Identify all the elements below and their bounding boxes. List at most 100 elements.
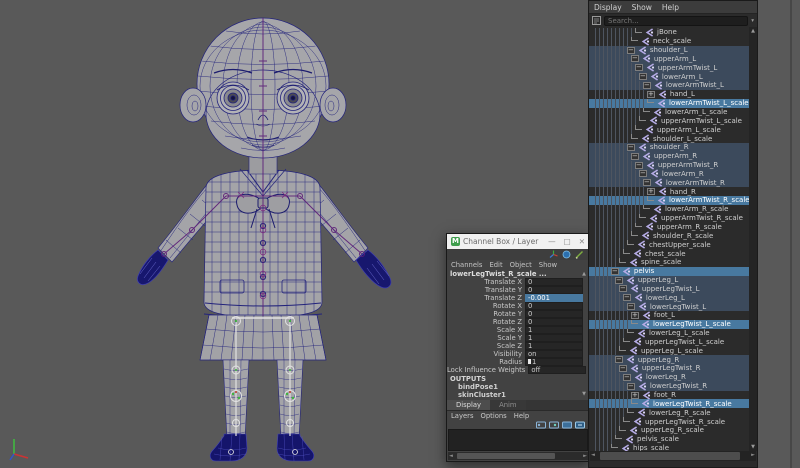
scroll-up-icon[interactable]: ▲ bbox=[751, 28, 755, 34]
tab-display[interactable]: Display bbox=[447, 400, 491, 410]
tree-item-foot_R[interactable]: + foot_R bbox=[589, 390, 751, 400]
collapse-icon[interactable]: − bbox=[635, 64, 643, 72]
tree-item-chestUpper_scale[interactable]: chestUpper_scale bbox=[589, 240, 751, 250]
close-button[interactable]: ✕ bbox=[579, 237, 585, 246]
channel-value[interactable]: 1 bbox=[525, 326, 583, 334]
tree-item-lowerArmTwist_L_scale[interactable]: lowerArmTwist_L_scale bbox=[589, 98, 751, 108]
tree-item-upperLeg_R[interactable]: − upperLeg_R bbox=[589, 355, 751, 365]
tree-item-lowerLegTwist_R_scale[interactable]: lowerLegTwist_R_scale bbox=[589, 399, 751, 409]
tree-item-lowerArm_L[interactable]: − lowerArm_L bbox=[589, 72, 751, 82]
tree-item-shoulder_L[interactable]: − shoulder_L bbox=[589, 45, 751, 55]
tree-item-lowerArmTwist_L[interactable]: − lowerArmTwist_L bbox=[589, 81, 751, 90]
expand-icon[interactable]: + bbox=[631, 311, 639, 319]
channel-value[interactable]: off bbox=[528, 366, 587, 374]
tree-item-lowerLeg_L_scale[interactable]: lowerLeg_L_scale bbox=[589, 328, 751, 338]
tree-item-hips_scale[interactable]: hips_scale bbox=[589, 443, 751, 451]
expand-icon[interactable]: + bbox=[631, 391, 639, 399]
channel-value[interactable]: on bbox=[525, 350, 583, 358]
tree-item-lowerArmTwist_R_scale[interactable]: lowerArmTwist_R_scale bbox=[589, 196, 751, 205]
radius-slider-handle[interactable] bbox=[528, 359, 531, 365]
maximize-button[interactable]: □ bbox=[564, 237, 571, 246]
layer-editor-hscrollbar[interactable]: ◄ ► bbox=[448, 452, 588, 460]
expand-icon[interactable]: + bbox=[647, 90, 655, 98]
tree-item-pelvis[interactable]: − pelvis bbox=[589, 266, 751, 276]
tree-item-hand_R[interactable]: + hand_R bbox=[589, 187, 751, 197]
collapse-icon[interactable]: − bbox=[615, 356, 623, 364]
collapse-icon[interactable]: − bbox=[619, 285, 627, 293]
minimize-button[interactable]: — bbox=[548, 237, 556, 246]
create-empty-layer-icon[interactable] bbox=[549, 421, 559, 429]
channel-value[interactable]: 1 bbox=[525, 342, 583, 350]
scroll-down-icon[interactable]: ▼ bbox=[751, 444, 755, 450]
tree-item-upperLegTwist_R_scale[interactable]: upperLegTwist_R_scale bbox=[589, 417, 751, 426]
menu-item-show[interactable]: Show bbox=[632, 3, 652, 12]
pencil-icon[interactable] bbox=[575, 250, 584, 259]
hscroll-thumb[interactable] bbox=[600, 452, 740, 460]
window-titlebar[interactable]: M Channel Box / Layer Edi... — □ ✕ bbox=[447, 234, 589, 249]
tree-item-upperLegTwist_L[interactable]: − upperLegTwist_L bbox=[589, 284, 751, 294]
menu-item-show[interactable]: Show bbox=[539, 261, 557, 269]
tree-item-lowerLeg_R_scale[interactable]: lowerLeg_R_scale bbox=[589, 408, 751, 418]
collapse-icon[interactable]: − bbox=[615, 276, 623, 284]
search-dropdown-icon[interactable]: ▾ bbox=[751, 18, 754, 24]
tree-item-upperArm_L_scale[interactable]: upperArm_L_scale bbox=[589, 125, 751, 135]
collapse-icon[interactable]: − bbox=[627, 46, 635, 54]
channel-value[interactable]: 0 bbox=[525, 302, 583, 310]
filter-icon[interactable] bbox=[592, 16, 601, 25]
new-override-layer-icon[interactable] bbox=[575, 421, 585, 429]
tree-item-lowerLegTwist_R[interactable]: − lowerLegTwist_R bbox=[589, 381, 751, 391]
rotate-manipulator-icon[interactable] bbox=[562, 250, 571, 259]
tree-item-lowerLeg_L[interactable]: − lowerLeg_L bbox=[589, 293, 751, 303]
collapse-icon[interactable]: − bbox=[631, 55, 639, 63]
scroll-left-icon[interactable]: ◄ bbox=[591, 451, 595, 459]
tree-item-lowerArm_L_scale[interactable]: lowerArm_L_scale bbox=[589, 107, 751, 117]
collapse-icon[interactable]: − bbox=[627, 143, 635, 151]
tree-item-chest_scale[interactable]: chest_scale bbox=[589, 249, 751, 258]
scroll-right-icon[interactable]: ► bbox=[751, 451, 755, 459]
collapse-icon[interactable]: − bbox=[611, 267, 619, 275]
tree-item-upperArmTwist_R[interactable]: − upperArmTwist_R bbox=[589, 160, 751, 170]
tree-item-pelvis_scale[interactable]: pelvis_scale bbox=[589, 434, 751, 444]
channel-value[interactable]: 1 bbox=[525, 334, 583, 342]
collapse-icon[interactable]: − bbox=[631, 152, 639, 160]
channel-value[interactable]: 0 bbox=[525, 278, 583, 286]
tab-anim[interactable]: Anim bbox=[490, 400, 526, 410]
tree-item-upperLeg_L[interactable]: − upperLeg_L bbox=[589, 275, 751, 285]
menu-item-options[interactable]: Options bbox=[481, 412, 507, 420]
tree-item-upperArm_R_scale[interactable]: upperArm_R_scale bbox=[589, 222, 751, 232]
tree-item-shoulder_L_scale[interactable]: shoulder_L_scale bbox=[589, 134, 751, 143]
tree-item-lowerLegTwist_L[interactable]: − lowerLegTwist_L bbox=[589, 302, 751, 311]
collapse-icon[interactable]: − bbox=[623, 373, 631, 381]
tree-item-lowerArm_R[interactable]: − lowerArm_R bbox=[589, 169, 751, 179]
collapse-icon[interactable]: − bbox=[619, 364, 627, 372]
manipulator-icon[interactable] bbox=[549, 250, 558, 259]
tree-item-lowerLegTwist_L_scale[interactable]: lowerLegTwist_L_scale bbox=[589, 319, 751, 329]
menu-item-help[interactable]: Help bbox=[662, 3, 679, 12]
menu-item-channels[interactable]: Channels bbox=[451, 261, 482, 269]
tree-item-upperArmTwist_L_scale[interactable]: upperArmTwist_L_scale bbox=[589, 116, 751, 126]
tree-item-upperArmTwist_R_scale[interactable]: upperArmTwist_R_scale bbox=[589, 213, 751, 223]
tree-item-upperLegTwist_R[interactable]: − upperLegTwist_R bbox=[589, 364, 751, 373]
tree-item-upperLeg_R_scale[interactable]: upperLeg_R_scale bbox=[589, 425, 751, 435]
channels-scroll-down-icon[interactable]: ▼ bbox=[582, 391, 586, 399]
outliner-hscrollbar[interactable]: ◄ ► bbox=[590, 451, 756, 461]
hscroll-thumb[interactable] bbox=[457, 453, 555, 459]
tree-item-upperLeg_L_scale[interactable]: upperLeg_L_scale bbox=[589, 346, 751, 356]
collapse-icon[interactable]: − bbox=[639, 170, 647, 178]
menu-item-display[interactable]: Display bbox=[594, 3, 622, 12]
menu-item-object[interactable]: Object bbox=[510, 261, 532, 269]
collapse-icon[interactable]: − bbox=[627, 303, 635, 311]
tree-item-upperArmTwist_L[interactable]: − upperArmTwist_L bbox=[589, 63, 751, 73]
tree-item-lowerArm_R_scale[interactable]: lowerArm_R_scale bbox=[589, 204, 751, 214]
new-layer-from-selected-icon[interactable] bbox=[562, 421, 572, 429]
layers-mode-icon[interactable] bbox=[536, 421, 546, 429]
output-node-bindPose1[interactable]: bindPose1 bbox=[450, 383, 586, 391]
channel-value[interactable]: 0 bbox=[525, 310, 583, 318]
menu-item-help[interactable]: Help bbox=[514, 412, 530, 420]
scroll-right-icon[interactable]: ► bbox=[583, 452, 587, 460]
channel-value[interactable]: 1 bbox=[525, 358, 583, 366]
collapse-icon[interactable]: − bbox=[643, 81, 651, 89]
tree-item-shoulder_R_scale[interactable]: shoulder_R_scale bbox=[589, 231, 751, 241]
character-wireframe-model[interactable] bbox=[110, 6, 430, 466]
expand-icon[interactable]: + bbox=[647, 188, 655, 196]
